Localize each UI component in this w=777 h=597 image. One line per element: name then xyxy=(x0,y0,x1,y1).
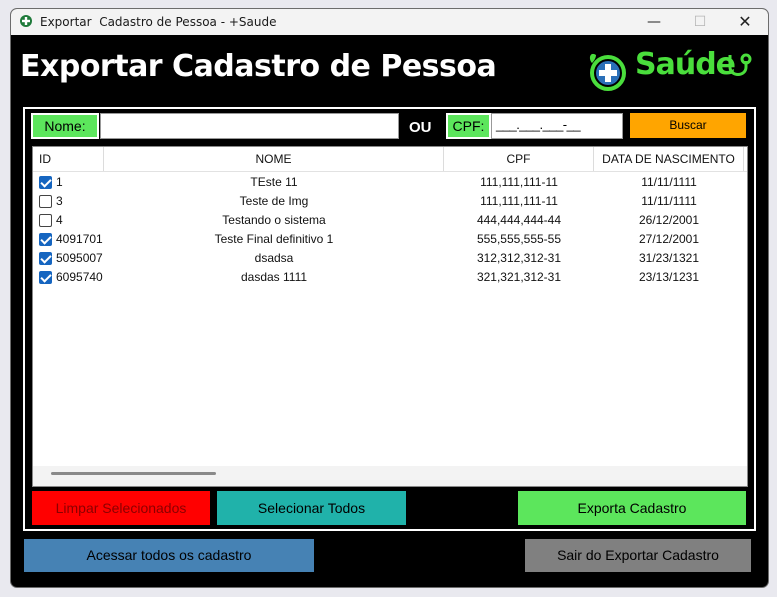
scrollbar-thumb[interactable] xyxy=(51,472,216,475)
cell-nome: Testando o sistema xyxy=(222,213,326,227)
title-bar: Exportar Cadastro de Pessoa - +Saude — ☐… xyxy=(11,9,768,35)
page-title: Exportar Cadastro de Pessoa xyxy=(20,49,497,84)
export-panel: Nome: OU CPF: ___.___.___-__ Buscar ID N… xyxy=(23,107,756,531)
close-icon[interactable]: ✕ xyxy=(722,9,768,35)
cell-id: 4091701 xyxy=(56,232,103,246)
column-header-id[interactable]: ID xyxy=(33,147,104,171)
cell-id: 4 xyxy=(56,213,63,227)
row-checkbox[interactable] xyxy=(39,214,52,227)
export-button[interactable]: Exporta Cadastro xyxy=(518,491,746,525)
row-checkbox[interactable] xyxy=(39,233,52,246)
name-label: Nome: xyxy=(31,113,99,139)
horizontal-scrollbar[interactable] xyxy=(33,466,747,486)
cell-cpf: 312,312,312-31 xyxy=(476,251,562,265)
cell-nascimento: 23/13/1231 xyxy=(638,270,700,284)
stethoscope-icon xyxy=(728,53,752,76)
table-row[interactable]: 1 TEste 11 111,111,111-11 11/11/1111 xyxy=(33,173,747,192)
cell-id: 5095007 xyxy=(56,251,103,265)
column-header-cpf[interactable]: CPF xyxy=(444,147,594,171)
app-logo-icon xyxy=(20,15,32,27)
cell-nascimento: 11/11/1111 xyxy=(641,175,697,189)
app-window: Exportar Cadastro de Pessoa - +Saude — ☐… xyxy=(10,8,769,588)
clear-selected-button[interactable]: Limpar Selecionados xyxy=(32,491,210,525)
column-header-nascimento[interactable]: DATA DE NASCIMENTO xyxy=(594,147,744,171)
table-row[interactable]: 4 Testando o sistema 444,444,444-44 26/1… xyxy=(33,211,747,230)
cell-nascimento: 27/12/2001 xyxy=(638,232,700,246)
cell-nome: dasdas 1111 xyxy=(240,270,308,284)
row-checkbox[interactable] xyxy=(39,176,52,189)
table-row[interactable]: 4091701 Teste Final definitivo 1 555,555… xyxy=(33,230,747,249)
cell-nome: Teste Final definitivo 1 xyxy=(214,232,334,246)
cell-nascimento: 11/11/1111 xyxy=(641,194,697,208)
cell-id: 1 xyxy=(56,175,63,189)
cell-id: 3 xyxy=(56,194,63,208)
cell-nome: TEste 11 xyxy=(250,175,298,189)
cell-cpf: 321,321,312-31 xyxy=(476,270,562,284)
cell-nascimento: 26/12/2001 xyxy=(638,213,700,227)
cell-nome: Teste de Img xyxy=(239,194,309,208)
column-header-nome[interactable]: NOME xyxy=(104,147,444,171)
table-row[interactable]: 5095007 dsadsa 312,312,312-31 31/23/1321 xyxy=(33,249,747,268)
access-all-button[interactable]: Acessar todos os cadastro xyxy=(24,539,314,572)
row-checkbox[interactable] xyxy=(39,271,52,284)
select-all-button[interactable]: Selecionar Todos xyxy=(217,491,406,525)
cell-cpf: 111,111,111-11 xyxy=(480,175,558,189)
name-input[interactable] xyxy=(100,113,399,139)
table-row[interactable]: 3 Teste de Img 111,111,111-11 11/11/1111 xyxy=(33,192,747,211)
cell-cpf: 111,111,111-11 xyxy=(480,194,558,208)
cpf-input[interactable]: ___.___.___-__ xyxy=(491,113,623,139)
logo-text: Saúde xyxy=(635,47,736,82)
cell-id: 6095740 xyxy=(56,270,103,284)
table-header: ID NOME CPF DATA DE NASCIMENTO xyxy=(33,147,747,172)
saude-logo: Saúde xyxy=(586,45,756,95)
table-row[interactable]: 6095740 dasdas 1111 321,321,312-31 23/13… xyxy=(33,268,747,287)
search-button[interactable]: Buscar xyxy=(630,113,746,138)
cell-cpf: 444,444,444-44 xyxy=(476,213,562,227)
or-label: OU xyxy=(409,119,432,136)
cell-nascimento: 31/23/1321 xyxy=(638,251,700,265)
exit-button[interactable]: Sair do Exportar Cadastro xyxy=(525,539,751,572)
window-title: Exportar Cadastro de Pessoa - +Saude xyxy=(40,15,277,29)
minimize-icon[interactable]: — xyxy=(631,9,677,35)
cell-nome: dsadsa xyxy=(254,251,294,265)
cell-cpf: 555,555,555-55 xyxy=(476,232,562,246)
cpf-label: CPF: xyxy=(446,113,491,139)
maximize-icon[interactable]: ☐ xyxy=(677,9,723,35)
people-table: ID NOME CPF DATA DE NASCIMENTO 1 TEste 1… xyxy=(32,146,748,487)
health-cross-icon xyxy=(589,53,626,91)
row-checkbox[interactable] xyxy=(39,195,52,208)
row-checkbox[interactable] xyxy=(39,252,52,265)
